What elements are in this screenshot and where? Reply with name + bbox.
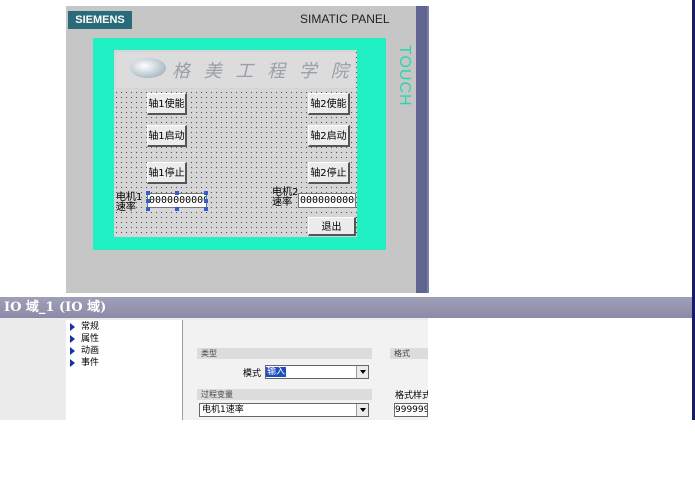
logo-text: 格 美 工 程 学 院 — [172, 61, 353, 82]
selection-handle[interactable] — [175, 191, 179, 195]
tree-item-general[interactable]: 常规 — [70, 322, 99, 333]
selection-handle[interactable] — [146, 199, 150, 203]
properties-title-bar: IO 域_1 (IO 域) — [0, 297, 692, 318]
selection-handle[interactable] — [175, 207, 179, 211]
axis2-enable-button[interactable]: 轴2使能 — [308, 93, 350, 115]
axis1-start-button[interactable]: 轴1启动 — [147, 125, 187, 147]
expand-arrow-icon — [70, 334, 75, 343]
selection-handle[interactable] — [146, 207, 150, 211]
tree-item-animation[interactable]: 动画 — [70, 346, 99, 357]
motor2-speed-io-field[interactable]: 0000000000 — [298, 193, 356, 208]
axis2-start-button[interactable]: 轴2启动 — [308, 125, 350, 147]
selection-handle[interactable] — [204, 199, 208, 203]
process-variable-group-header: 过程变量 — [197, 389, 372, 400]
motor1-speed-label: 电机1 速率 — [116, 192, 143, 213]
axis1-enable-button[interactable]: 轴1使能 — [147, 93, 187, 115]
process-variable-select[interactable]: 电机1速率 — [199, 403, 369, 417]
panel-model-label: SIMATIC PANEL — [300, 12, 390, 26]
format-group-header: 格式 — [390, 348, 428, 359]
axis1-stop-button[interactable]: 轴1停止 — [147, 162, 187, 184]
axis2-stop-button[interactable]: 轴2停止 — [308, 162, 350, 184]
tree-item-properties[interactable]: 属性 — [70, 334, 99, 345]
format-pattern-field[interactable]: 999999999 — [394, 403, 428, 417]
touch-label: TOUCH — [396, 45, 413, 107]
globe-logo-icon — [130, 58, 166, 78]
type-group-header: 类型 — [197, 348, 372, 359]
selection-handle[interactable] — [146, 191, 150, 195]
exit-button[interactable]: 退出 — [308, 217, 356, 236]
chevron-down-icon[interactable] — [356, 366, 368, 378]
mode-select[interactable]: 输入 — [265, 365, 369, 379]
mode-value: 输入 — [266, 367, 287, 377]
format-pattern-label: 格式样式 — [395, 391, 428, 401]
process-variable-value: 电机1速率 — [202, 405, 244, 415]
tree-item-label: 属性 — [81, 334, 100, 344]
expand-arrow-icon — [70, 346, 75, 355]
panel-edge — [427, 6, 429, 293]
motor2-speed-label: 电机2 速率 — [272, 187, 299, 208]
tree-item-events[interactable]: 事件 — [70, 358, 99, 369]
chevron-down-icon[interactable] — [356, 404, 368, 416]
tree-item-label: 动画 — [81, 346, 100, 356]
tree-item-label: 事件 — [81, 358, 100, 368]
selection-handle[interactable] — [204, 191, 208, 195]
motor1-speed-io-field[interactable]: 0000000000 — [147, 193, 207, 208]
expand-arrow-icon — [70, 322, 75, 331]
expand-arrow-icon — [70, 358, 75, 367]
editor-canvas — [0, 0, 66, 293]
tree-item-label: 常规 — [81, 322, 100, 332]
mode-label: 模式 — [243, 369, 262, 379]
selection-handle[interactable] — [204, 207, 208, 211]
siemens-logo: SIEMENS — [68, 11, 132, 29]
